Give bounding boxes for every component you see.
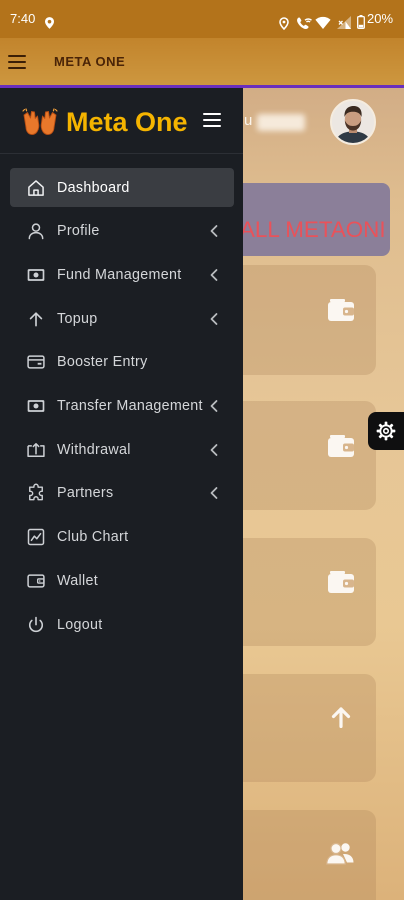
- nav-label: Dashboard: [57, 179, 130, 196]
- drawer-divider: [0, 153, 243, 154]
- drawer-backdrop[interactable]: [243, 88, 404, 900]
- card-icon: [27, 355, 45, 369]
- screen: 7:40 20% META ONE u ALL METAONI Meta One…: [0, 0, 404, 900]
- nav-item-logout[interactable]: Logout: [10, 605, 234, 644]
- nav-label: Profile: [57, 223, 100, 240]
- app-title: META ONE: [54, 54, 126, 69]
- money-icon: [27, 400, 45, 412]
- power-icon: [29, 616, 43, 632]
- nav-label: Logout: [57, 616, 103, 633]
- nav-item-withdrawal[interactable]: Withdrawal: [10, 430, 234, 469]
- nav-item-profile[interactable]: Profile: [10, 212, 234, 251]
- nav-item-wallet[interactable]: Wallet: [10, 561, 234, 600]
- chart-icon: [27, 528, 45, 546]
- nav-item-booster-entry[interactable]: Booster Entry: [10, 343, 234, 382]
- raised-hands-logo-icon: [22, 108, 58, 135]
- wifi-calling-icon: [297, 17, 312, 30]
- nav-item-dashboard[interactable]: Dashboard: [10, 168, 234, 207]
- app-menu-button[interactable]: [6, 52, 28, 72]
- gear-icon: [376, 421, 396, 441]
- nav-label: Transfer Management: [57, 398, 203, 414]
- nav-label: Topup: [57, 310, 98, 327]
- withdraw-icon: [27, 442, 45, 457]
- nav-item-transfer-management[interactable]: Transfer Management: [10, 387, 234, 426]
- settings-button[interactable]: [368, 412, 404, 450]
- nav-label: Club Chart: [57, 529, 129, 546]
- nav-label: Partners: [57, 485, 114, 502]
- signal-icon: [337, 16, 351, 29]
- nav-label: Withdrawal: [57, 441, 131, 458]
- nav-item-fund-management[interactable]: Fund Management: [10, 255, 234, 294]
- nav-item-topup[interactable]: Topup: [10, 299, 234, 338]
- location-icon: [45, 17, 54, 29]
- status-time: 7:40: [10, 11, 36, 26]
- home-icon: [28, 179, 44, 196]
- navigation-drawer: Meta One Dashboard Profile Fund Manageme…: [0, 88, 243, 900]
- brand-name: Meta One: [66, 107, 188, 137]
- chevron-left-icon: [210, 443, 218, 456]
- nav-label: Booster Entry: [57, 354, 148, 371]
- wallet-icon: [27, 574, 45, 588]
- battery-percent: 20%: [367, 11, 394, 26]
- drawer-toggle-button[interactable]: [201, 110, 223, 130]
- chevron-left-icon: [210, 487, 218, 500]
- chevron-left-icon: [210, 225, 218, 238]
- nav-label: Wallet: [57, 572, 98, 589]
- wifi-icon: [315, 16, 331, 29]
- chevron-left-icon: [210, 312, 218, 325]
- nav-label: Fund Management: [57, 266, 182, 283]
- nav-item-club-chart[interactable]: Club Chart: [10, 518, 234, 557]
- app-bar: META ONE: [0, 38, 404, 85]
- location-outline-icon: [279, 17, 289, 30]
- chevron-left-icon: [210, 400, 218, 412]
- arrow-up-icon: [29, 311, 43, 327]
- nav-item-partners[interactable]: Partners: [10, 474, 234, 513]
- money-icon: [27, 269, 45, 281]
- status-bar: 7:40 20%: [0, 0, 404, 38]
- chevron-left-icon: [210, 268, 218, 281]
- user-icon: [28, 223, 44, 240]
- battery-icon: [357, 15, 365, 29]
- puzzle-icon: [29, 483, 43, 501]
